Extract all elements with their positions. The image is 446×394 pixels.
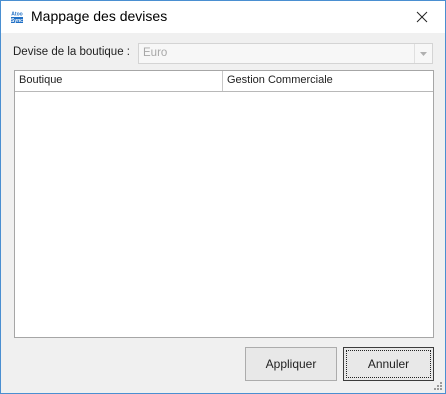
close-button[interactable] <box>399 1 445 33</box>
app-icon-text-bottom: Sync <box>11 18 23 24</box>
window-title: Mappage des devises <box>31 8 168 24</box>
close-icon <box>416 11 428 23</box>
atoo-sync-icon: Atoo Sync <box>10 10 24 24</box>
chevron-down-icon <box>420 51 427 56</box>
currency-label: Devise de la boutique : <box>13 46 130 58</box>
cancel-button[interactable]: Annuler <box>343 347 434 381</box>
column-header-boutique[interactable]: Boutique <box>15 71 223 91</box>
currency-mapping-grid[interactable]: Boutique Gestion Commerciale <box>14 70 434 338</box>
grid-header: Boutique Gestion Commerciale <box>15 71 433 92</box>
app-icon-text-top: Atoo <box>11 12 22 18</box>
column-header-gestion-commerciale[interactable]: Gestion Commerciale <box>223 71 433 91</box>
apply-button[interactable]: Appliquer <box>245 347 337 381</box>
title-bar: Atoo Sync Mappage des devises <box>1 1 445 33</box>
currency-mapping-dialog: Atoo Sync Mappage des devises Devise de … <box>0 0 446 394</box>
resize-grip-icon[interactable] <box>434 382 442 390</box>
currency-select-value: Euro <box>143 47 168 59</box>
currency-select-toggle[interactable] <box>414 44 432 63</box>
currency-select[interactable]: Euro <box>138 43 433 64</box>
